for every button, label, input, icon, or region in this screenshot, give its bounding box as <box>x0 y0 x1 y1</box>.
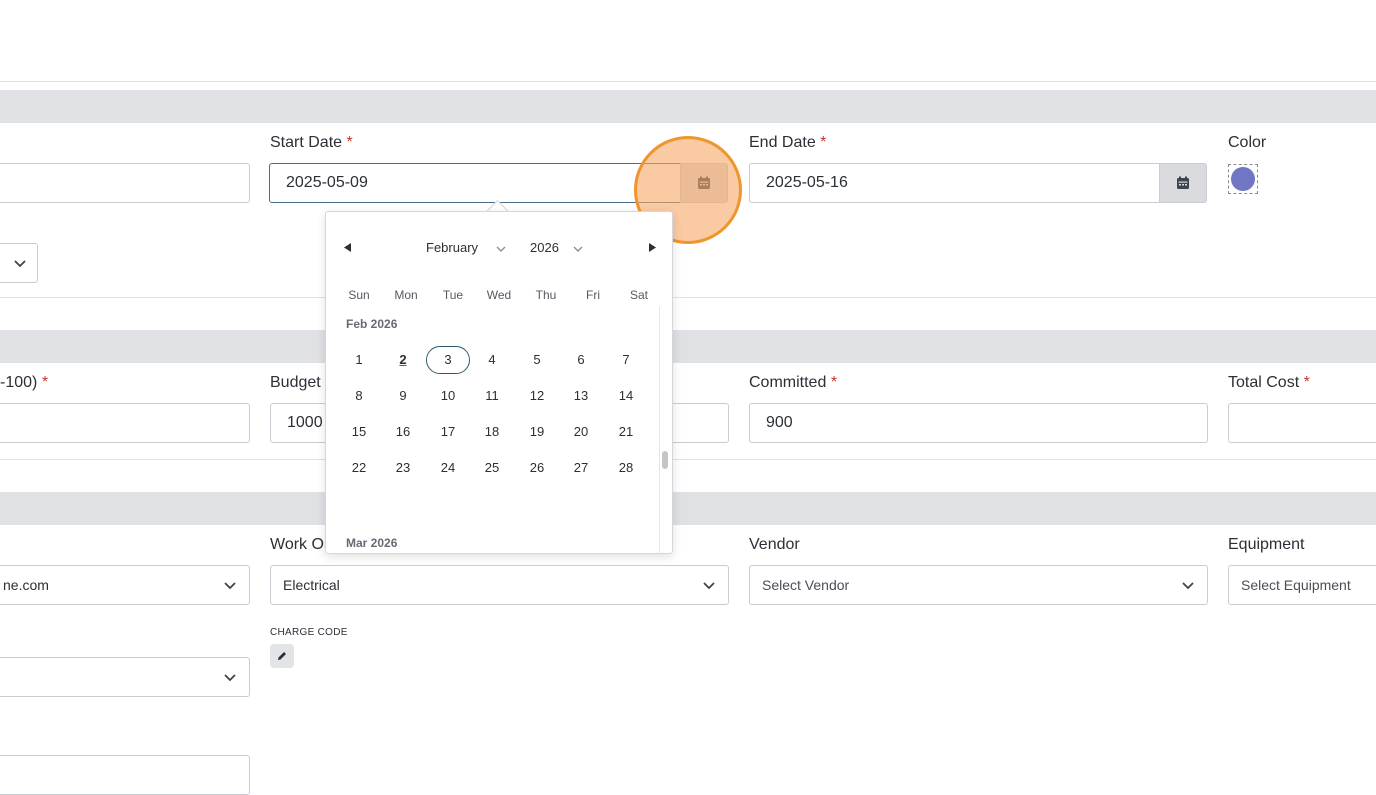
equipment-label: Equipment <box>1228 536 1305 553</box>
chevron-down-icon <box>496 246 506 252</box>
calendar-scroll-track <box>659 306 660 554</box>
calendar-day[interactable]: 4 <box>470 346 514 374</box>
calendar-day[interactable]: 18 <box>470 418 514 446</box>
charge-code-label: CHARGE CODE <box>270 627 348 638</box>
charge-code-edit-button[interactable] <box>270 644 294 668</box>
calendar-day[interactable]: 6 <box>559 346 603 374</box>
calendar-day[interactable]: 24 <box>426 454 470 482</box>
calendar-day[interactable]: 28 <box>604 454 648 482</box>
priority-select[interactable] <box>0 243 38 283</box>
calendar-day[interactable]: 8 <box>337 382 381 410</box>
color-picker[interactable] <box>1228 164 1258 194</box>
weekday-label: Wed <box>486 288 512 302</box>
vendor-label: Vendor <box>749 536 800 553</box>
start-date-input[interactable]: 2025-05-09 <box>269 163 681 203</box>
calendar-day[interactable]: 23 <box>381 454 425 482</box>
calendar-day[interactable]: 14 <box>604 382 648 410</box>
total-cost-input[interactable] <box>1228 403 1376 443</box>
work-order-label: Work Or <box>270 536 330 553</box>
section-divider <box>0 297 1376 298</box>
color-swatch <box>1231 167 1255 191</box>
notes-field[interactable] <box>0 755 250 795</box>
committed-label: Committed * <box>749 374 838 391</box>
calendar-scrollbar[interactable] <box>662 451 668 469</box>
calendar-day[interactable]: 15 <box>337 418 381 446</box>
month-heading: Feb 2026 <box>346 317 398 331</box>
weekday-label: Sat <box>629 288 648 302</box>
weekday-label: Sun <box>348 288 370 302</box>
status-select[interactable] <box>0 657 250 697</box>
percent-complete-label: -100) * <box>0 374 49 391</box>
end-date-input[interactable]: 2025-05-16 <box>749 163 1160 203</box>
vendor-select[interactable]: Select Vendor <box>749 565 1208 605</box>
section-header-band <box>0 330 1376 363</box>
percent-complete-input[interactable] <box>0 403 250 443</box>
section-header-band <box>0 90 1376 123</box>
chevron-down-icon <box>1182 582 1194 590</box>
weekday-label: Fri <box>586 288 600 302</box>
calendar-day[interactable]: 3 <box>426 346 470 374</box>
weekday-label: Thu <box>535 288 557 302</box>
triangle-right-icon[interactable] <box>648 243 656 252</box>
calendar-icon <box>1177 176 1189 189</box>
chevron-down-icon <box>224 674 236 682</box>
calendar-day[interactable]: 19 <box>515 418 559 446</box>
year-select[interactable]: 2026 <box>530 240 583 255</box>
calendar-day[interactable]: 7 <box>604 346 648 374</box>
end-date-calendar-button[interactable] <box>1159 163 1207 203</box>
section-divider <box>0 459 1376 460</box>
calendar-day[interactable]: 9 <box>381 382 425 410</box>
start-date-label: Start Date * <box>270 134 353 151</box>
committed-input[interactable]: 900 <box>749 403 1208 443</box>
calendar-day[interactable]: 5 <box>515 346 559 374</box>
weekday-label: Tue <box>442 288 464 302</box>
calendar-day[interactable]: 20 <box>559 418 603 446</box>
calendar-day[interactable]: 1 <box>337 346 381 374</box>
calendar-day[interactable]: 10 <box>426 382 470 410</box>
calendar-day[interactable]: 25 <box>470 454 514 482</box>
chevron-down-icon <box>703 582 715 590</box>
end-date-label: End Date * <box>749 134 827 151</box>
calendar-day[interactable]: 12 <box>515 382 559 410</box>
date-picker-popup[interactable]: February 2026 Sun Mon Tue Wed Thu Fri Sa… <box>325 211 673 554</box>
chevron-down-icon <box>224 582 236 590</box>
calendar-day[interactable]: 13 <box>559 382 603 410</box>
section-header-band <box>0 492 1376 525</box>
calendar-day[interactable]: 27 <box>559 454 603 482</box>
email-select[interactable]: ne.com <box>0 565 250 605</box>
work-order-select[interactable]: Electrical <box>270 565 729 605</box>
color-label: Color <box>1228 134 1267 151</box>
chevron-down-icon <box>573 246 583 252</box>
weekday-label: Mon <box>394 288 418 302</box>
pencil-icon <box>278 652 286 660</box>
month-heading: Mar 2026 <box>346 536 398 550</box>
total-cost-label: Total Cost * <box>1228 374 1310 391</box>
equipment-select[interactable]: Select Equipment <box>1228 565 1376 605</box>
triangle-left-icon[interactable] <box>344 243 352 252</box>
calendar-day[interactable]: 2 <box>381 346 425 374</box>
calendar-day[interactable]: 26 <box>515 454 559 482</box>
calendar-day[interactable]: 21 <box>604 418 648 446</box>
calendar-day[interactable]: 17 <box>426 418 470 446</box>
calendar-day[interactable]: 22 <box>337 454 381 482</box>
budget-label: Budget <box>270 374 321 391</box>
month-select[interactable]: February <box>426 240 506 255</box>
chevron-down-icon <box>14 260 26 268</box>
name-field[interactable] <box>0 163 250 203</box>
header-divider <box>0 81 1376 82</box>
calendar-day[interactable]: 11 <box>470 382 514 410</box>
calendar-day[interactable]: 16 <box>381 418 425 446</box>
